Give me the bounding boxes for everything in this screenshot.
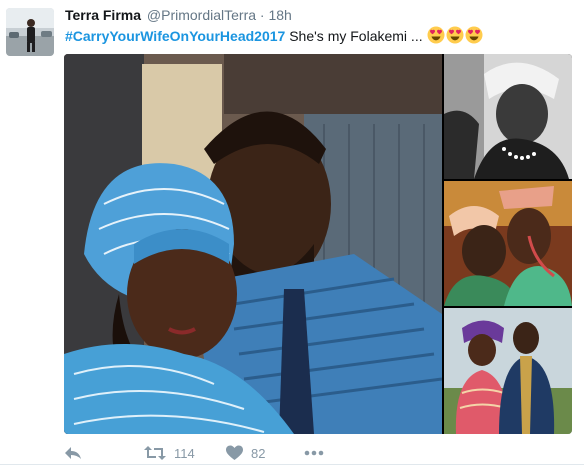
- photo-thumbnail[interactable]: [444, 181, 572, 306]
- reply-button[interactable]: [64, 443, 82, 463]
- action-bar: 114 82: [64, 443, 564, 463]
- more-options-button[interactable]: [304, 443, 324, 463]
- user-handle[interactable]: @PrimordialTerra: [147, 7, 256, 23]
- display-name[interactable]: Terra Firma: [65, 7, 141, 23]
- retweet-icon: [144, 445, 166, 461]
- heart-eyes-emoji-icon: [464, 26, 483, 44]
- more-dots-icon: [304, 450, 324, 456]
- avatar[interactable]: [6, 8, 54, 56]
- photo-thumbnail[interactable]: [444, 308, 572, 434]
- retweet-count: 114: [174, 445, 195, 461]
- timestamp[interactable]: 18h: [268, 7, 291, 23]
- like-count: 82: [251, 445, 266, 461]
- hashtag-link[interactable]: #CarryYourWifeOnYourHead2017: [65, 28, 285, 44]
- tweet-body: She's my Folakemi ...: [285, 28, 427, 44]
- heart-eyes-emoji-icon: [426, 26, 445, 44]
- tweet-text: #CarryYourWifeOnYourHead2017 She's my Fo…: [65, 26, 483, 46]
- like-button[interactable]: 82: [226, 443, 265, 463]
- media-grid: [64, 54, 572, 434]
- heart-eyes-emoji-icon: [445, 26, 464, 44]
- tweet[interactable]: Terra Firma @PrimordialTerra · 18h #Carr…: [0, 0, 584, 465]
- heart-icon: [226, 445, 243, 461]
- tweet-header: Terra Firma @PrimordialTerra · 18h: [65, 6, 292, 24]
- photo-main[interactable]: [64, 54, 443, 434]
- photo-thumbnail[interactable]: [444, 54, 572, 179]
- retweet-button[interactable]: 114: [144, 443, 195, 463]
- separator-dot: ·: [259, 7, 265, 23]
- reply-icon: [64, 445, 82, 461]
